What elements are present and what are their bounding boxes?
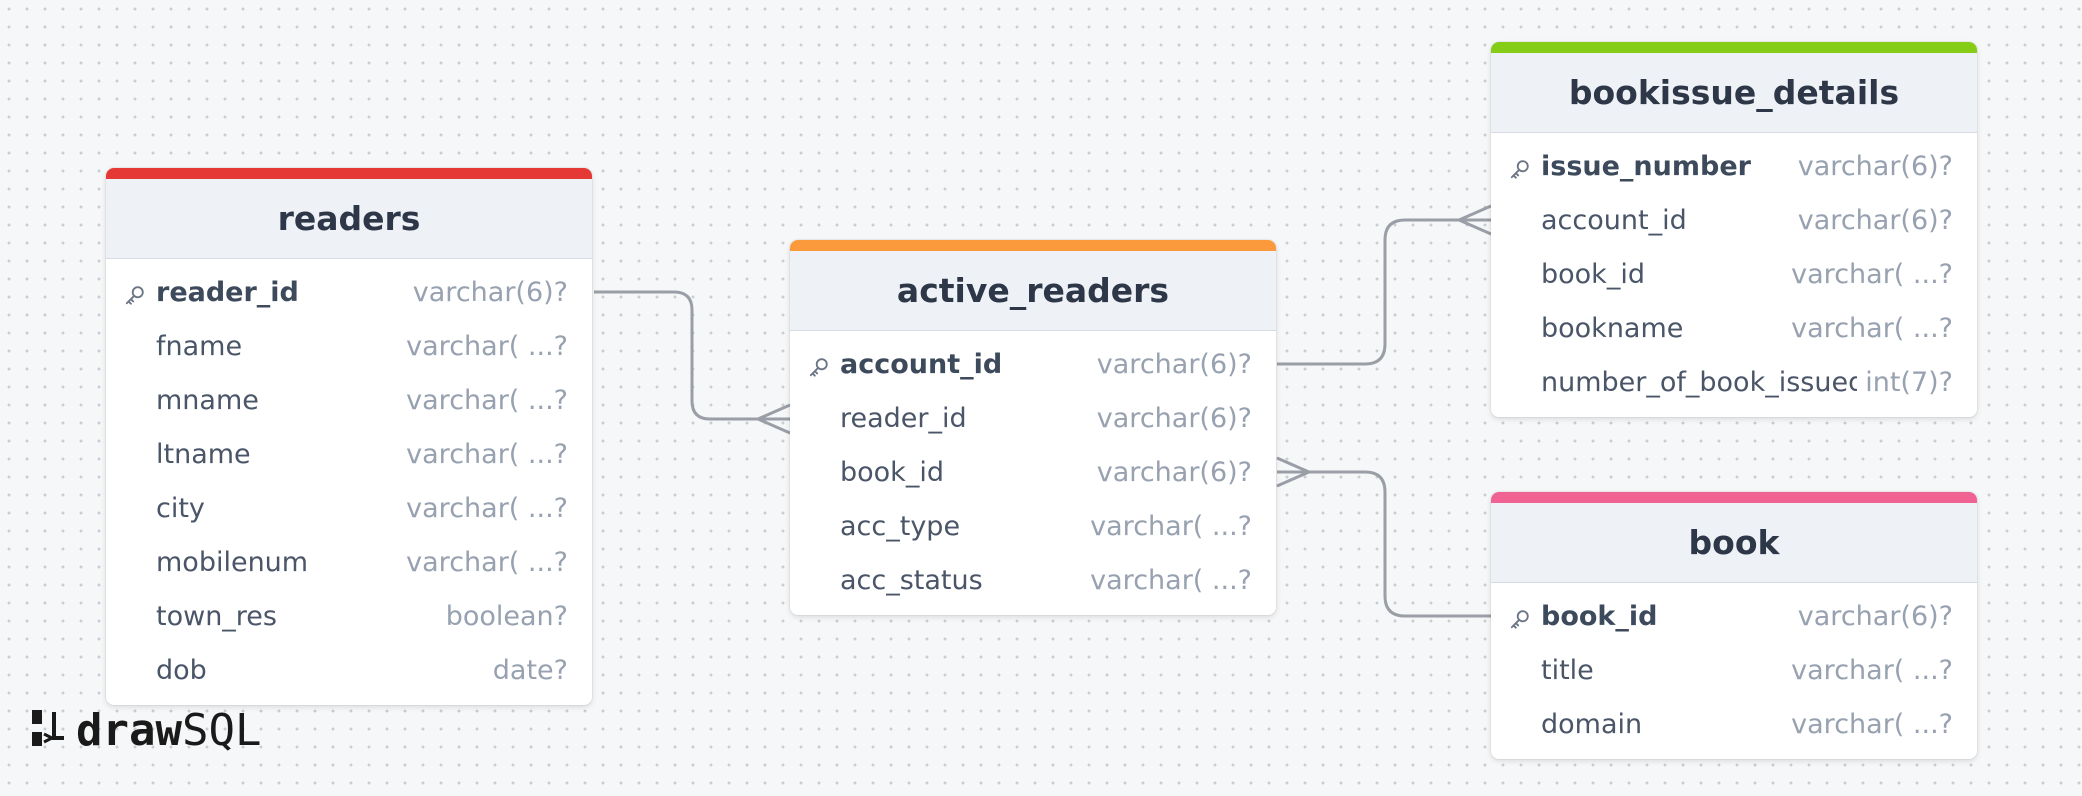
table-row[interactable]: dob date? xyxy=(106,643,592,697)
column-type: varchar( ...? xyxy=(1791,312,1953,344)
table-accent-bar xyxy=(106,168,592,179)
column-name: acc_status xyxy=(840,564,983,596)
table-columns: book_id varchar(6)? title varchar( ...? doma… xyxy=(1491,583,1977,759)
column-name: issue_number xyxy=(1541,150,1751,182)
table-row[interactable]: city varchar( ...? xyxy=(106,481,592,535)
drawsql-logo: draw SQL xyxy=(30,704,262,756)
column-type: varchar( ...? xyxy=(406,546,568,578)
crowfoot-active-readers-reader-id xyxy=(757,403,791,435)
column-name: book_id xyxy=(1541,600,1658,632)
column-name: reader_id xyxy=(156,276,299,308)
relation-book-active-readers xyxy=(1277,470,1491,618)
column-name: account_id xyxy=(840,348,1003,380)
column-name: mname xyxy=(156,384,259,416)
table-book[interactable]: book book_id varchar(6)? title varchar( ...… xyxy=(1491,492,1977,759)
table-row[interactable]: town_res boolean? xyxy=(106,589,592,643)
column-type: varchar( ...? xyxy=(1090,510,1252,542)
column-name: bookname xyxy=(1541,312,1684,344)
column-name: domain xyxy=(1541,708,1643,740)
column-name: book_id xyxy=(1541,258,1645,290)
diagram-canvas[interactable]: readers reader_id varchar(6)? fname varchar… xyxy=(0,0,2082,796)
column-name: mobilenum xyxy=(156,546,309,578)
logo-text-light: SQL xyxy=(181,704,262,756)
key-icon xyxy=(124,282,146,305)
column-name: acc_type xyxy=(840,510,961,542)
crowfoot-active-readers-book-id xyxy=(1276,456,1310,488)
table-row[interactable]: domain varchar( ...? xyxy=(1491,697,1977,751)
column-name: account_id xyxy=(1541,204,1687,236)
column-type: varchar(6)? xyxy=(412,276,568,308)
table-row[interactable]: book_id varchar(6)? xyxy=(790,445,1276,499)
table-row[interactable]: book_id varchar( ...? xyxy=(1491,247,1977,301)
table-accent-bar xyxy=(790,240,1276,251)
table-row[interactable]: account_id varchar(6)? xyxy=(790,337,1276,391)
table-title[interactable]: active_readers xyxy=(790,251,1276,331)
column-name: title xyxy=(1541,654,1594,686)
table-row[interactable]: fname varchar( ...? xyxy=(106,319,592,373)
column-type: varchar( ...? xyxy=(406,492,568,524)
column-type: varchar(6)? xyxy=(1096,456,1252,488)
key-icon xyxy=(1509,156,1531,179)
drawsql-logo-icon xyxy=(32,710,64,746)
table-row[interactable]: issue_number varchar(6)? xyxy=(1491,139,1977,193)
relation-active-readers-bookissue xyxy=(1277,218,1491,366)
relation-readers-active-readers xyxy=(594,290,790,421)
column-type: date? xyxy=(492,654,568,686)
table-title[interactable]: bookissue_details xyxy=(1491,53,1977,133)
column-name: town_res xyxy=(156,600,277,632)
table-row[interactable]: ltname varchar( ...? xyxy=(106,427,592,481)
table-row[interactable]: acc_status varchar( ...? xyxy=(790,553,1276,607)
column-name: number_of_book_issued xyxy=(1541,366,1858,398)
table-row[interactable]: mobilenum varchar( ...? xyxy=(106,535,592,589)
table-row[interactable]: account_id varchar(6)? xyxy=(1491,193,1977,247)
table-title[interactable]: readers xyxy=(106,179,592,259)
table-row[interactable]: book_id varchar(6)? xyxy=(1491,589,1977,643)
table-title[interactable]: book xyxy=(1491,503,1977,583)
key-icon xyxy=(808,354,830,377)
table-accent-bar xyxy=(1491,42,1977,53)
logo-text-bold: draw xyxy=(76,704,182,756)
column-type: varchar( ...? xyxy=(1791,654,1953,686)
table-row[interactable]: bookname varchar( ...? xyxy=(1491,301,1977,355)
table-readers[interactable]: readers reader_id varchar(6)? fname varchar… xyxy=(106,168,592,705)
table-accent-bar xyxy=(1491,492,1977,503)
table-columns: reader_id varchar(6)? fname varchar( ...? mn… xyxy=(106,259,592,705)
column-type: varchar( ...? xyxy=(406,384,568,416)
table-bookissue-details[interactable]: bookissue_details issue_number varchar(6)… xyxy=(1491,42,1977,417)
crowfoot-bookissue-account-id xyxy=(1458,204,1492,236)
table-columns: account_id varchar(6)? reader_id varchar(6)… xyxy=(790,331,1276,615)
column-type: varchar( ...? xyxy=(1791,708,1953,740)
column-type: varchar( ...? xyxy=(1090,564,1252,596)
column-type: varchar( ...? xyxy=(406,330,568,362)
table-row[interactable]: title varchar( ...? xyxy=(1491,643,1977,697)
column-type: varchar(6)? xyxy=(1096,402,1252,434)
table-row[interactable]: number_of_book_issued int(7)? xyxy=(1491,355,1977,409)
column-type: varchar(6)? xyxy=(1096,348,1252,380)
column-type: varchar(6)? xyxy=(1797,150,1953,182)
table-row[interactable]: acc_type varchar( ...? xyxy=(790,499,1276,553)
table-row[interactable]: reader_id varchar(6)? xyxy=(790,391,1276,445)
table-row[interactable]: mname varchar( ...? xyxy=(106,373,592,427)
column-name: reader_id xyxy=(840,402,967,434)
column-type: varchar( ...? xyxy=(406,438,568,470)
column-type: int(7)? xyxy=(1865,366,1953,398)
table-active-readers[interactable]: active_readers account_id varchar(6)? read… xyxy=(790,240,1276,615)
column-name: dob xyxy=(156,654,207,686)
column-type: varchar(6)? xyxy=(1797,204,1953,236)
column-name: city xyxy=(156,492,205,524)
column-name: fname xyxy=(156,330,243,362)
table-columns: issue_number varchar(6)? account_id varchar… xyxy=(1491,133,1977,417)
column-name: ltname xyxy=(156,438,251,470)
column-type: varchar(6)? xyxy=(1797,600,1953,632)
column-name: book_id xyxy=(840,456,944,488)
key-icon xyxy=(1509,606,1531,629)
table-row[interactable]: reader_id varchar(6)? xyxy=(106,265,592,319)
column-type: varchar( ...? xyxy=(1791,258,1953,290)
column-type: boolean? xyxy=(445,600,568,632)
